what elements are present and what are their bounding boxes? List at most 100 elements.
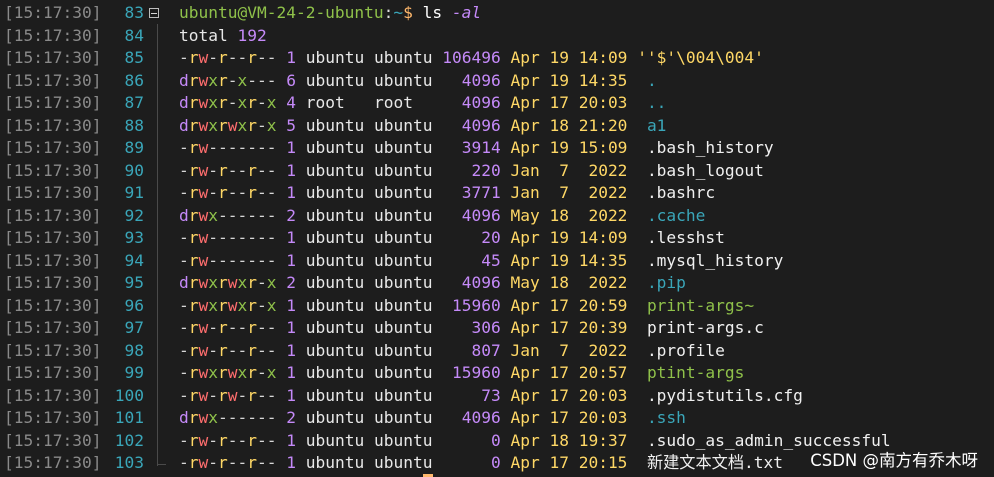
mod-month: May (510, 205, 540, 225)
listing-row: [15:17:30] 89 -rw------- 1 ubuntu ubuntu 3… (0, 137, 994, 160)
permission-string: -rw-r--r-- (179, 340, 277, 360)
permission-string: drwxrwxr-x (179, 273, 277, 292)
owner-group: ubuntu (373, 295, 433, 315)
mod-time: 20:59 (578, 295, 628, 315)
line-number: 93 (124, 228, 145, 247)
listing-content: drwx------ 2 ubuntu ubuntu 4096 Apr 17 2… (179, 407, 686, 430)
mod-month: Apr (510, 408, 540, 427)
listing-row: [15:17:30] 99 -rwxrwxr-x 1 ubuntu ubuntu 1… (0, 362, 994, 385)
timestamp: [15:17:30] (4, 228, 102, 247)
line-number: 103 (114, 453, 144, 472)
file-size: 306 (442, 318, 501, 337)
file-name: .. (646, 93, 667, 112)
mod-month: Apr (510, 228, 540, 247)
mod-day: 18 (549, 115, 569, 135)
timestamp: [15:17:30] (4, 183, 102, 202)
file-size: 4096 (442, 408, 501, 427)
file-size: 45 (442, 250, 501, 270)
watermark-text: CSDN @南方有乔木呀 (810, 451, 978, 470)
listing-row: [15:17:30] 85 -rw-r--r-- 1 ubuntu ubuntu 1… (0, 47, 994, 70)
owner-user: ubuntu (305, 70, 365, 90)
line-number: 92 (124, 205, 145, 225)
line-number: 88 (124, 115, 145, 135)
file-size: 15960 (442, 363, 501, 382)
listing-content: -rw------- 1 ubuntu ubuntu 20 Apr 19 14:… (179, 227, 725, 250)
mod-day: 17 (549, 385, 569, 405)
mod-time: 19:37 (578, 430, 628, 450)
file-name: ''$'\004\004' (637, 48, 764, 67)
mod-month: Jan (510, 340, 540, 360)
mod-time: 15:09 (578, 138, 628, 157)
mod-time: 2022 (578, 340, 628, 360)
timestamp: [15:17:30] (4, 3, 102, 22)
mod-time: 20:15 (578, 453, 628, 472)
permission-string: -rw-r--r-- (179, 48, 277, 67)
fold-collapse-icon[interactable] (149, 8, 159, 18)
link-count: 1 (286, 340, 296, 360)
timestamp: [15:17:30] (4, 250, 102, 270)
owner-group: ubuntu (373, 205, 433, 225)
prompt-path: ~ (393, 3, 404, 22)
file-size: 220 (442, 160, 501, 180)
timestamp: [15:17:30] (4, 48, 102, 67)
listing-content: -rw-r--r-- 1 ubuntu ubuntu 3771 Jan 7 20… (179, 182, 715, 205)
listing-content: drwxrwxr-x 5 ubuntu ubuntu 4096 Apr 18 2… (179, 115, 666, 138)
permission-string: -rw-rw-r-- (179, 385, 277, 405)
mod-month: Apr (510, 453, 540, 472)
owner-user: ubuntu (305, 115, 365, 135)
file-name: print-args~ (646, 295, 755, 315)
permission-string: drwxrwxr-x (179, 115, 277, 135)
mod-month: Apr (510, 48, 540, 67)
mod-day: 19 (549, 138, 569, 157)
listing-row: [15:17:30] 101 drwx------ 2 ubuntu ubuntu … (0, 407, 994, 430)
owner-group: ubuntu (373, 250, 433, 270)
listing-row: [15:17:30] 86 drwxr-x--- 6 ubuntu ubuntu 4… (0, 70, 994, 93)
listing-content: -rwxrwxr-x 1 ubuntu ubuntu 15960 Apr 17 … (179, 295, 754, 318)
permission-string: -rw-r--r-- (179, 183, 277, 202)
listing-row: [15:17:30] 92 drwx------ 2 ubuntu ubuntu 4… (0, 205, 994, 228)
file-name: ptint-args (646, 363, 745, 382)
terminal-window[interactable]: [15:17:30] 83 ubuntu@VM-24-2-ubuntu:~$ l… (0, 0, 994, 477)
listing-content: -rw-r--r-- 1 ubuntu ubuntu 306 Apr 17 20… (179, 317, 764, 340)
mod-day: 19 (549, 48, 569, 67)
mod-day: 18 (549, 205, 569, 225)
owner-group: ubuntu (373, 408, 433, 427)
link-count: 2 (286, 273, 296, 292)
link-count: 1 (286, 363, 296, 382)
command-text: ls (422, 3, 443, 22)
listing-row: [15:17:30] 94 -rw------- 1 ubuntu ubuntu 4… (0, 250, 994, 273)
mod-day: 18 (549, 430, 569, 450)
line-number: 89 (124, 138, 145, 157)
prompt-user-host: ubuntu@VM-24-2-ubuntu (179, 3, 384, 22)
timestamp: [15:17:30] (4, 318, 102, 337)
owner-user: ubuntu (305, 48, 365, 67)
owner-user: ubuntu (305, 160, 365, 180)
timestamp: [15:17:30] (4, 385, 102, 405)
permission-string: -rw------- (179, 228, 277, 247)
mod-month: Apr (510, 385, 540, 405)
mod-month: Jan (510, 183, 540, 202)
file-name: .ssh (646, 408, 686, 427)
mod-time: 21:20 (578, 115, 628, 135)
mod-time: 2022 (578, 160, 628, 180)
listing-content: -rw-r--r-- 1 ubuntu ubuntu 220 Jan 7 202… (179, 160, 764, 183)
link-count: 5 (286, 115, 296, 135)
link-count: 2 (286, 408, 296, 427)
file-size: 73 (442, 385, 501, 405)
line-number: 91 (124, 183, 145, 202)
mod-month: Apr (510, 70, 540, 90)
file-size: 4096 (442, 70, 501, 90)
mod-day: 17 (549, 318, 569, 337)
line-number: 99 (124, 363, 145, 382)
command-flag: -al (451, 3, 482, 22)
timestamp: [15:17:30] (4, 93, 102, 112)
mod-day: 19 (549, 70, 569, 90)
total-content: total 192 (179, 25, 267, 48)
permission-string: drwx------ (179, 408, 277, 427)
mod-day: 17 (549, 295, 569, 315)
timestamp: [15:17:30] (4, 430, 102, 450)
listing-content: drwxr-xr-x 4 root root 4096 Apr 17 20:03… (179, 92, 666, 115)
mod-month: Apr (510, 138, 540, 157)
listing-content: -rw-r--r-- 1 ubuntu ubuntu 106496 Apr 19… (179, 47, 764, 70)
mod-day: 17 (549, 93, 569, 112)
